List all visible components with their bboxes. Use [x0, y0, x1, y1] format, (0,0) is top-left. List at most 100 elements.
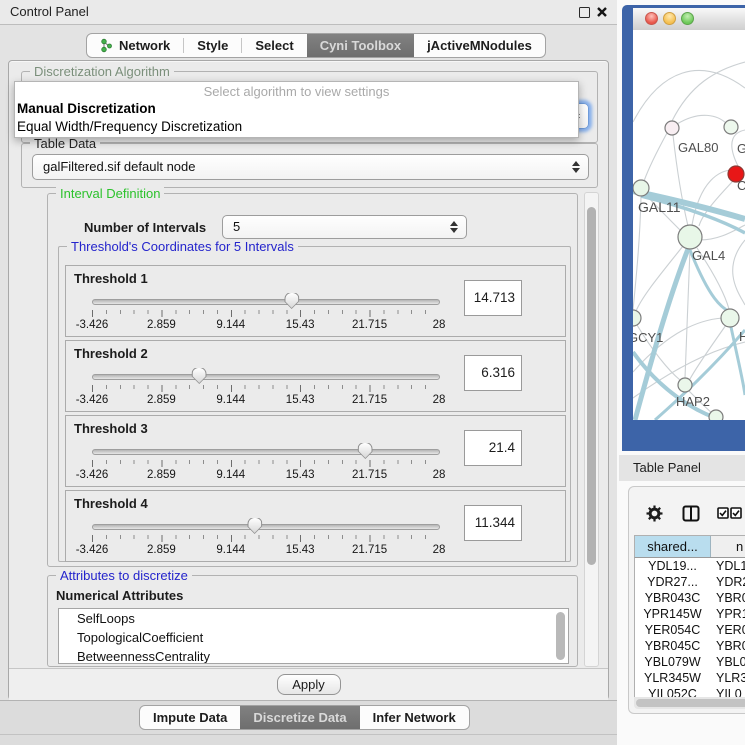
network-window-titlebar[interactable] — [633, 8, 745, 31]
table-cell: YER054C — [635, 622, 710, 638]
network-node-gal11[interactable] — [633, 180, 649, 196]
dropdown-hint: Select algorithm to view settings — [15, 82, 578, 101]
slider-handle[interactable] — [284, 292, 299, 309]
tick-label: 15.43 — [286, 319, 315, 331]
slider-track[interactable] — [92, 299, 440, 305]
table-data-combobox[interactable]: galFiltered.sif default node — [32, 154, 589, 180]
slider-track[interactable] — [92, 524, 440, 530]
threshold-slider-3[interactable]: -3.4262.8599.14415.4321.71528 — [74, 440, 454, 484]
network-canvas[interactable]: GAL80 GA GAL11 C GAL4 GCY1 H HAP2 — [633, 30, 745, 420]
slider-track[interactable] — [92, 449, 440, 455]
tick-label: 21.715 — [352, 469, 387, 481]
list-scrollbar[interactable] — [556, 612, 565, 660]
tick-label: 9.144 — [216, 469, 245, 481]
settings-scrollbar[interactable] — [584, 192, 599, 667]
node-table: shared... n YDL19...YDL1YDR27...YDR2YBR0… — [634, 535, 745, 697]
tab-select[interactable]: Select — [242, 34, 306, 57]
table-cell: YDL19... — [635, 558, 710, 574]
checkbox-icon[interactable] — [730, 507, 742, 522]
table-cell: YBL0 — [710, 654, 745, 670]
close-traffic-light[interactable] — [645, 12, 658, 25]
threshold-coordinates-group: Threshold's Coordinates for 5 Intervals … — [58, 246, 571, 562]
table-row[interactable]: YER054CYER0 — [635, 622, 745, 638]
algorithm-dropdown-popup: Select algorithm to view settings Manual… — [14, 81, 579, 138]
table-row[interactable]: YBR045CYBR0 — [635, 638, 745, 654]
network-node-gcy1[interactable] — [633, 310, 641, 326]
table-row[interactable]: YIL052CYIL0 — [635, 686, 745, 697]
minimize-traffic-light[interactable] — [663, 12, 676, 25]
table-row[interactable]: YPR145WYPR1 — [635, 606, 745, 622]
gear-icon[interactable] — [646, 505, 663, 525]
attributes-group: Attributes to discretize Numerical Attri… — [47, 575, 578, 667]
table-cell: YLR3 — [710, 670, 745, 686]
num-intervals-combobox[interactable]: 5 — [222, 215, 467, 239]
slider-handle[interactable] — [247, 517, 262, 534]
slider-handle[interactable] — [358, 442, 373, 459]
tab-cyni-toolbox[interactable]: Cyni Toolbox — [307, 34, 414, 57]
divider — [0, 734, 617, 735]
numerical-attributes-label: Numerical Attributes — [56, 588, 183, 603]
threshold-slider-4[interactable]: -3.4262.8599.14415.4321.71528 — [74, 515, 454, 559]
threshold-value-field[interactable]: 21.4 — [464, 430, 522, 466]
list-item[interactable]: TopologicalCoefficient — [59, 628, 568, 647]
table-cell: YLR345W — [635, 670, 710, 686]
threshold-slider-1[interactable]: -3.4262.8599.14415.4321.71528 — [74, 290, 454, 334]
table-row[interactable]: YBR043CYBR0 — [635, 590, 745, 606]
tab-network[interactable]: Network — [87, 34, 183, 57]
attributes-list[interactable]: SelfLoops TopologicalCoefficient Between… — [58, 608, 569, 664]
threshold-value-field[interactable]: 14.713 — [464, 280, 522, 316]
tab-jactivemnodules[interactable]: jActiveMNodules — [414, 34, 545, 57]
slider-handle[interactable] — [192, 367, 207, 384]
dropdown-item-equal-width[interactable]: Equal Width/Frequency Discretization — [15, 119, 578, 137]
threshold-value-field[interactable]: 11.344 — [464, 505, 522, 541]
split-columns-icon[interactable] — [682, 505, 700, 525]
list-item[interactable]: BetweennessCentrality — [59, 647, 568, 664]
float-window-icon[interactable] — [579, 7, 590, 18]
threshold-slider-2[interactable]: -3.4262.8599.14415.4321.71528 — [74, 365, 454, 409]
list-item[interactable]: SelfLoops — [59, 609, 568, 628]
close-icon[interactable] — [596, 6, 608, 18]
network-node-gal4[interactable] — [678, 225, 702, 249]
zoom-traffic-light[interactable] — [681, 12, 694, 25]
network-node[interactable] — [724, 120, 738, 134]
slider-track[interactable] — [92, 374, 440, 380]
dropdown-item-manual[interactable]: Manual Discretization — [15, 101, 578, 119]
tab-style[interactable]: Style — [184, 34, 241, 57]
screen: Control Panel Network Style Select Cyni … — [0, 0, 745, 745]
tab-infer-network[interactable]: Infer Network — [360, 706, 469, 729]
tick-label: -3.426 — [76, 394, 109, 406]
table-cell: YBR0 — [710, 590, 745, 606]
tab-discretize-data[interactable]: Discretize Data — [240, 706, 359, 729]
threshold-value-field[interactable]: 6.316 — [464, 355, 522, 391]
stepper-arrows-icon — [450, 221, 458, 233]
apply-button[interactable]: Apply — [277, 674, 341, 695]
table-cell: YBR043C — [635, 590, 710, 606]
column-header-name[interactable]: n — [711, 536, 745, 557]
threshold-label: Threshold 4 — [74, 496, 148, 511]
checkbox-icon[interactable] — [717, 507, 729, 522]
table-cell: YER0 — [710, 622, 745, 638]
network-node-gal80[interactable] — [665, 121, 679, 135]
column-header-shared-name[interactable]: shared... — [635, 536, 711, 557]
threshold-panel-2: Threshold 2 -3.4262.8599.14415.4321.7152… — [65, 340, 566, 412]
slider-ticks — [92, 535, 439, 543]
table-row[interactable]: YBL079WYBL0 — [635, 654, 745, 670]
group-title: Discretization Algorithm — [30, 64, 174, 79]
group-title: Table Data — [30, 136, 100, 151]
table-header-row: shared... n — [634, 535, 745, 558]
network-node-hap2[interactable] — [678, 378, 692, 392]
slider-ticks — [92, 310, 439, 318]
network-node[interactable] — [709, 410, 723, 420]
interval-definition-group: Interval Definition Number of Intervals … — [47, 193, 578, 567]
slider-ticks — [92, 385, 439, 393]
scrollbar-thumb[interactable] — [636, 699, 745, 707]
network-node-h[interactable] — [721, 309, 739, 327]
table-horizontal-scrollbar[interactable] — [634, 697, 745, 709]
tick-label: 2.859 — [147, 319, 176, 331]
table-row[interactable]: YDR27...YDR2 — [635, 574, 745, 590]
tab-impute-data[interactable]: Impute Data — [140, 706, 240, 729]
scrollbar-thumb[interactable] — [587, 207, 596, 565]
table-row[interactable]: YLR345WYLR3 — [635, 670, 745, 686]
tick-label: 15.43 — [286, 469, 315, 481]
table-row[interactable]: YDL19...YDL1 — [635, 558, 745, 574]
